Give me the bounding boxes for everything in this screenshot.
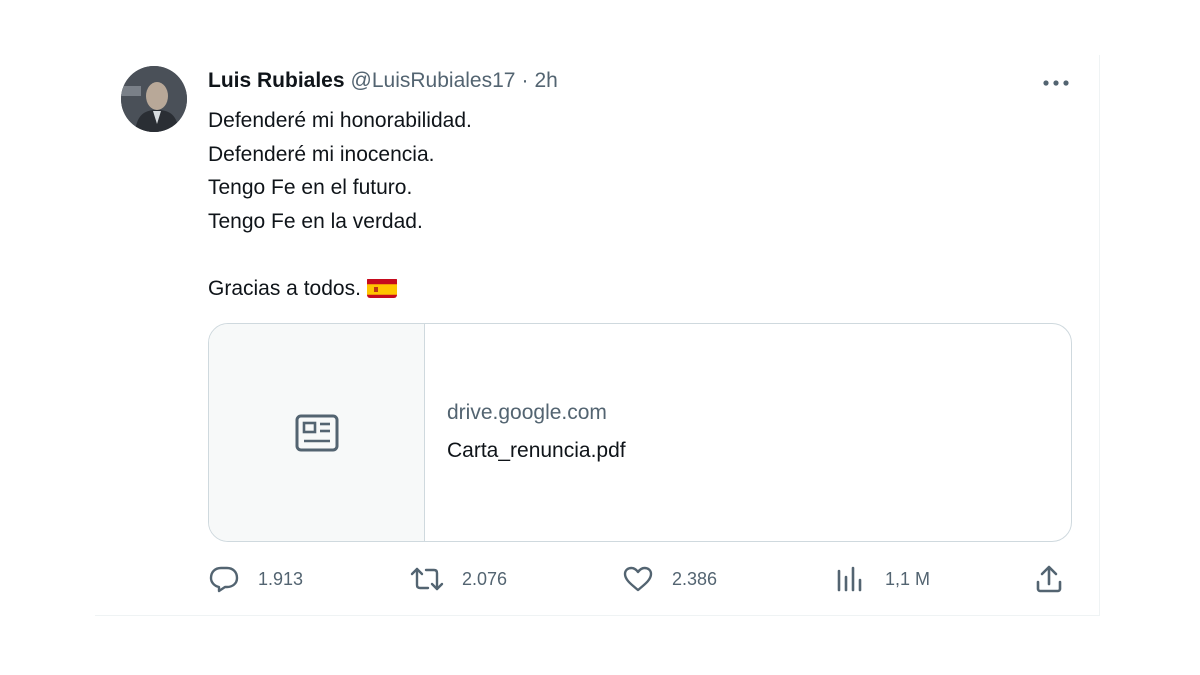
tweet-text-line: Defenderé mi inocencia. [208, 142, 435, 166]
link-card-thumbnail [209, 324, 425, 541]
retweet-count: 2.076 [462, 568, 508, 589]
link-card[interactable]: drive.google.com Carta_renuncia.pdf [208, 323, 1072, 542]
link-card-body: drive.google.com Carta_renuncia.pdf [425, 324, 1071, 541]
link-card-domain: drive.google.com [447, 401, 607, 424]
more-options-button[interactable] [1038, 70, 1074, 96]
reply-button[interactable]: 1.913 [208, 563, 303, 595]
article-icon [295, 414, 338, 451]
share-icon [1036, 565, 1062, 593]
like-button[interactable]: 2.386 [622, 563, 717, 595]
retweet-button[interactable]: 2.076 [410, 563, 507, 595]
tweet-text: Defenderé mi honorabilidad. Defenderé mi… [208, 104, 472, 305]
author-name[interactable]: Luis Rubiales [208, 69, 345, 93]
like-count: 2.386 [672, 568, 718, 589]
tweet-text-line: Gracias a todos. [208, 276, 361, 300]
tweet-text-line-blank [208, 238, 472, 272]
tweet-text-line: Defenderé mi honorabilidad. [208, 109, 472, 132]
tweet-text-line: Tengo Fe en el futuro. [208, 176, 413, 199]
tweet-text-line-last: Gracias a todos. [208, 272, 472, 306]
tweet-text-line: Tengo Fe en la verdad. [208, 209, 423, 233]
avatar[interactable] [121, 66, 187, 132]
header-separator: · [521, 69, 529, 92]
heart-icon [623, 566, 653, 592]
tweet-timestamp[interactable]: 2h [534, 69, 557, 93]
reply-count: 1.913 [258, 568, 304, 589]
views-chart-icon [837, 566, 862, 592]
reply-icon [209, 566, 239, 593]
share-button[interactable] [1034, 563, 1064, 595]
link-card-title: Carta_renuncia.pdf [447, 439, 626, 462]
views-count: 1,1 M [885, 568, 931, 589]
more-icon [1043, 80, 1069, 86]
views-button[interactable]: 1,1 M [835, 563, 930, 595]
spain-flag-emoji [366, 277, 397, 298]
tweet-header: Luis Rubiales @LuisRubiales17 · 2h [208, 68, 558, 94]
author-handle[interactable]: @LuisRubiales17 [351, 69, 516, 93]
retweet-icon [410, 567, 444, 591]
